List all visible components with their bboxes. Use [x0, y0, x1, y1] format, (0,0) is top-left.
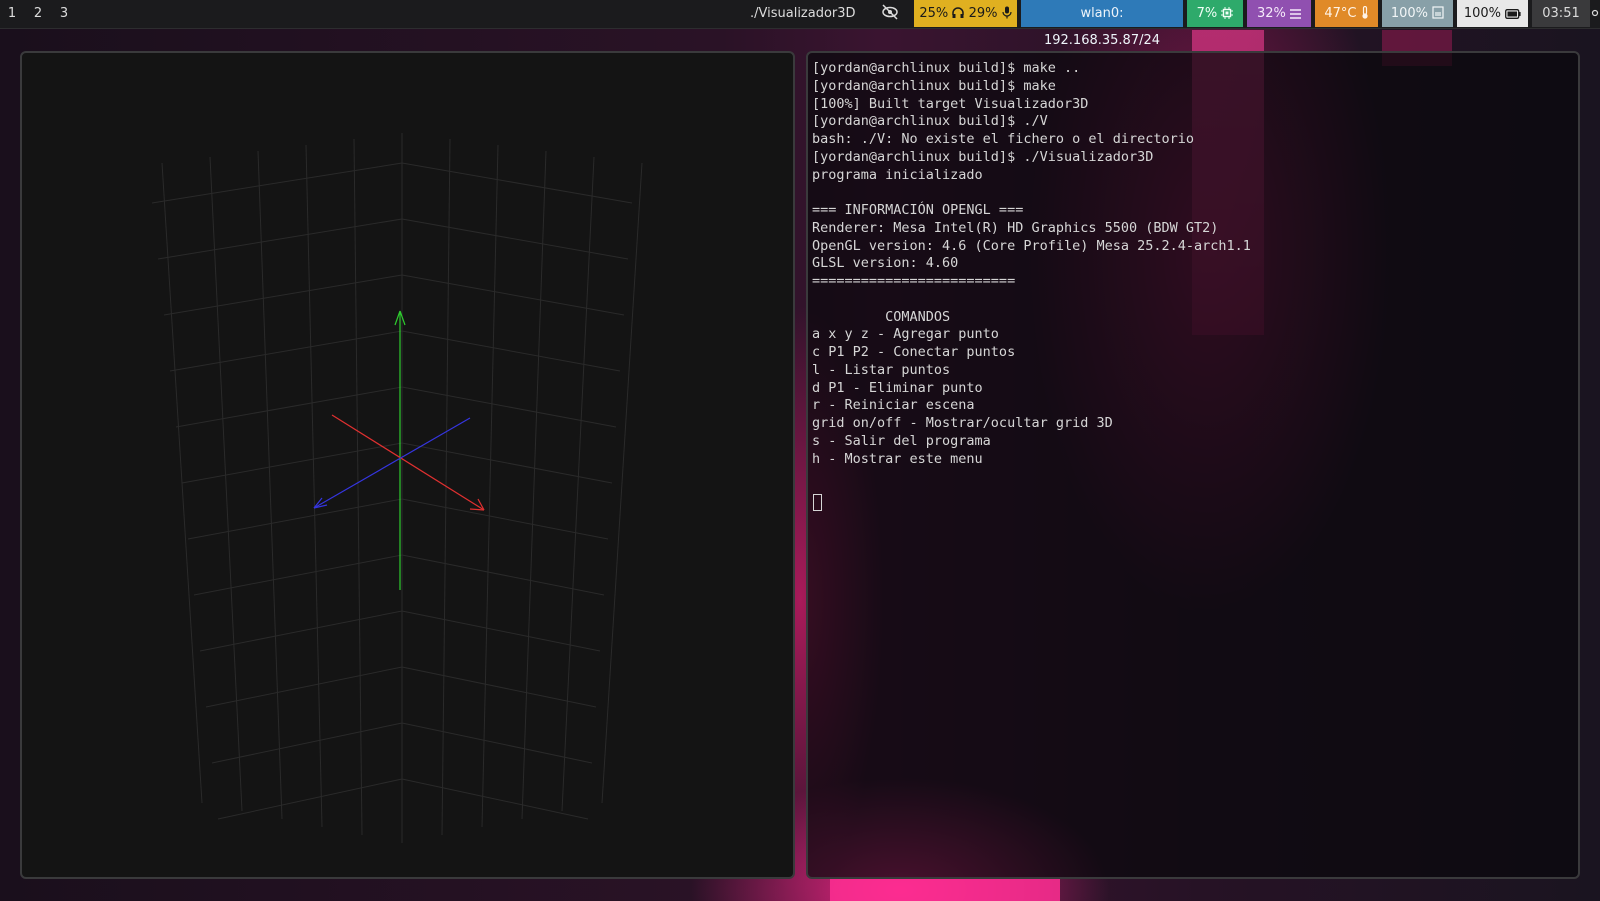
grid-line: [305, 144, 323, 828]
grid-line: [157, 218, 403, 260]
grid-line: [209, 156, 243, 812]
window-title: ./Visualizador3D: [750, 6, 856, 21]
backlight-module[interactable]: 100%: [1382, 0, 1453, 27]
grid-line: [561, 156, 595, 812]
workspace-2[interactable]: 2: [29, 0, 47, 27]
y-axis-arrowhead: [394, 310, 401, 326]
grid-line: [181, 442, 403, 484]
grid-line: [401, 666, 597, 708]
terminal-line: [yordan@archlinux build]$ ./V: [812, 113, 1048, 130]
grid-line: [151, 162, 403, 204]
terminal-line: GLSL version: 4.60: [812, 255, 959, 272]
grid-line: [401, 330, 621, 372]
memory-icon: [1290, 2, 1302, 29]
clock-module[interactable]: 03:51: [1532, 0, 1590, 27]
grid-line: [401, 722, 593, 764]
grid-line: [193, 554, 403, 596]
terminal-line: programa inicializado: [812, 166, 983, 183]
tray-dot-icon[interactable]: [1590, 0, 1600, 27]
grid-line: [217, 778, 403, 820]
battery-value: 100%: [1463, 6, 1502, 21]
terminal-line: [yordan@archlinux build]$ make ..: [812, 60, 1081, 76]
terminal-line: [100%] Built target Visualizador3D: [812, 95, 1089, 112]
3d-grid: [151, 133, 643, 843]
audio-volume: 25%: [919, 6, 949, 21]
grid-line: [187, 498, 403, 540]
grid-line: [401, 274, 625, 316]
terminal-line: [yordan@archlinux build]$ make: [812, 77, 1056, 94]
terminal-line: === INFORMACIÓN OPENGL ===: [812, 202, 1024, 218]
grid-line: [169, 330, 403, 372]
terminal-line: COMANDOS: [812, 308, 951, 325]
screen-brightness-icon: [1432, 2, 1444, 29]
terminal-line: a x y z - Agregar punto: [812, 326, 999, 343]
temperature-value: 47°C: [1324, 6, 1357, 21]
terminal-line: grid on/off - Mostrar/ocultar grid 3D: [812, 415, 1113, 431]
workspace-1[interactable]: 1: [3, 0, 21, 27]
cpu-chip-icon: [1221, 2, 1234, 29]
terminal-line: l - Listar puntos: [812, 361, 951, 378]
grid-line: [199, 610, 403, 652]
3d-scene-canvas[interactable]: [22, 53, 793, 877]
grid-line: [521, 150, 547, 820]
grid-line: [441, 138, 451, 836]
workspace-3[interactable]: 3: [55, 0, 73, 27]
grid-line: [353, 138, 363, 836]
mic-volume: 29%: [968, 6, 998, 21]
grid-line: [163, 274, 403, 316]
grid-line: [401, 162, 633, 204]
grid-line: [401, 610, 601, 652]
background-neon-bottom: [830, 878, 1060, 901]
headphones-icon: [952, 2, 965, 29]
memory-module[interactable]: 32%: [1247, 0, 1311, 27]
grid-line: [401, 218, 629, 260]
microphone-icon: [1002, 2, 1012, 29]
temperature-module[interactable]: 47°C: [1315, 0, 1378, 27]
memory-usage: 32%: [1256, 6, 1286, 21]
idle-inhibitor-icon[interactable]: [872, 0, 908, 27]
opengl-viewport-window[interactable]: [20, 51, 795, 879]
terminal-line: [yordan@archlinux build]$ ./Visualizador…: [812, 148, 1154, 165]
battery-icon: [1505, 2, 1521, 29]
grid-line: [601, 162, 643, 804]
terminal-line: Renderer: Mesa Intel(R) HD Graphics 5500…: [812, 219, 1219, 236]
cpu-usage: 7%: [1196, 6, 1218, 21]
grid-line: [211, 722, 403, 764]
grid-line: [401, 442, 613, 484]
terminal-line: bash: ./V: No existe el fichero o el dir…: [812, 131, 1195, 147]
terminal-line: s - Salir del programa: [812, 432, 991, 449]
grid-line: [257, 150, 283, 820]
grid-line: [175, 386, 403, 428]
grid-line: [401, 778, 589, 820]
network-module[interactable]: wlan0: 192.168.35.87/24: [1021, 0, 1183, 48]
thermometer-icon: [1361, 2, 1369, 29]
terminal-line: OpenGL version: 4.6 (Core Profile) Mesa …: [812, 237, 1251, 254]
terminal-line: =========================: [812, 273, 1016, 289]
terminal-window[interactable]: [yordan@archlinux build]$ make .. [yordan…: [806, 51, 1580, 879]
grid-line: [481, 144, 499, 828]
terminal-cursor: [813, 494, 822, 511]
cpu-module[interactable]: 7%: [1187, 0, 1243, 27]
status-bar: 1 2 3 ./Visualizador3D 25% 29% wlan0: 19…: [0, 0, 1600, 48]
audio-module[interactable]: 25% 29%: [914, 0, 1017, 27]
terminal-line: c P1 P2 - Conectar puntos: [812, 344, 1016, 360]
terminal-line: d P1 - Eliminar punto: [812, 379, 983, 396]
battery-module[interactable]: 100%: [1457, 0, 1528, 27]
terminal-line: h - Mostrar este menu: [812, 450, 983, 467]
grid-line: [401, 386, 617, 428]
x-axis-line: [331, 414, 485, 511]
backlight-value: 100%: [1390, 6, 1429, 21]
terminal-line: r - Reiniciar escena: [812, 397, 975, 414]
coordinate-axes: [313, 310, 485, 590]
